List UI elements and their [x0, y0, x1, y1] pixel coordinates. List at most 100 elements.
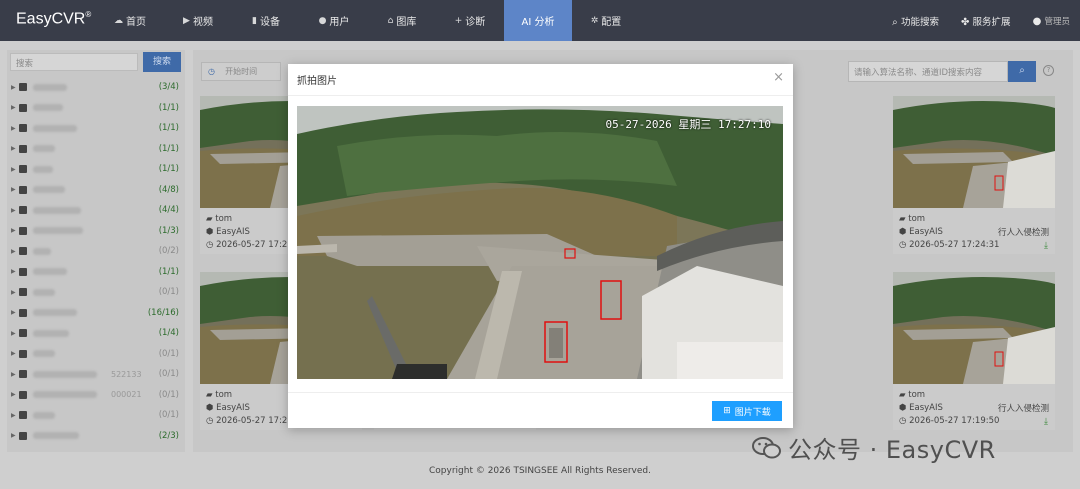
tree-search-button[interactable]: 搜索 [143, 52, 181, 72]
tree-node[interactable]: ▶ (0/1) [11, 282, 183, 303]
func-search-link[interactable]: ⌕ 功能搜索 [892, 14, 939, 28]
service-ext-link[interactable]: ✤ 服务扩展 [961, 14, 1011, 28]
tree-node[interactable]: ▶ (2/3) [11, 426, 183, 447]
tree-node[interactable]: ▶ 522133 (0/1) [11, 364, 183, 385]
caret-right-icon[interactable]: ▶ [11, 371, 19, 378]
tree-node[interactable]: ▶ (1/1) [11, 139, 183, 160]
download-image-button[interactable]: ⊞ 图片下载 [712, 401, 782, 421]
modal-divider [288, 95, 793, 96]
card-meta: ▰ tom ⬢ EasyAIS ◷ 2026-05-27 17:19:50 [899, 390, 1000, 426]
nav-item-gallery[interactable]: ⌂ 图库 [368, 0, 436, 41]
clock-icon: ◷ [206, 416, 214, 426]
cube-icon: ⬢ [899, 403, 907, 413]
footer-copyright: Copyright © 2026 TSINGSEE All Rights Res… [429, 466, 651, 476]
algorithm-search-input[interactable]: 请输入算法名称、通道ID搜索内容 [848, 61, 1008, 82]
nav-item-home[interactable]: ☁ 首页 [96, 0, 164, 41]
caret-right-icon[interactable]: ▶ [11, 207, 19, 214]
download-icon[interactable]: ⤓ [1044, 417, 1048, 427]
tree-node-label-redacted [33, 432, 79, 440]
server-icon [19, 206, 27, 215]
tree-node-label-redacted [33, 124, 77, 132]
tree-node-id: 522133 [111, 369, 142, 379]
tree-node[interactable]: ▶ (1/1) [11, 262, 183, 283]
help-icon[interactable]: ? [1043, 65, 1054, 76]
clock-icon: ◷ [899, 240, 907, 250]
caret-right-icon[interactable]: ▶ [11, 412, 19, 419]
clock-icon: ◷ [206, 240, 214, 250]
snapshot-card[interactable]: ▰ tom ⬢ EasyAIS ◷ 2026-05-27 17:24:31 行人入侵检… [893, 96, 1055, 254]
caret-right-icon[interactable]: ▶ [11, 309, 19, 316]
nav-item-user[interactable]: ● 用户 [300, 0, 368, 41]
algorithm-search-button[interactable]: ⌕ [1008, 61, 1036, 82]
tree-node[interactable]: ▶ (1/1) [11, 118, 183, 139]
caret-right-icon[interactable]: ▶ [11, 289, 19, 296]
user-icon: ● [318, 15, 327, 26]
nav-menu: ☁ 首页 ▶ 视频 ▮ 设备 ● 用户 ⌂ 图库 + 诊断 AI 分析 ✲ 配置 [96, 0, 640, 41]
caret-right-icon[interactable]: ▶ [11, 330, 19, 337]
tree-node[interactable]: ▶ (1/1) [11, 98, 183, 119]
caret-right-icon[interactable]: ▶ [11, 350, 19, 357]
snapshot-thumbnail[interactable] [893, 96, 1055, 208]
server-icon [19, 165, 27, 174]
caret-right-icon[interactable]: ▶ [11, 248, 19, 255]
card-meta: ▰ tom ⬢ EasyAIS ◷ 2026-05-27 17:2 [206, 214, 288, 250]
download-icon: ⊞ [723, 406, 731, 416]
caret-right-icon[interactable]: ▶ [11, 268, 19, 275]
tree-node[interactable]: ▶ 000021 (0/1) [11, 385, 183, 406]
bars-icon: ▮ [252, 15, 257, 26]
nav-item-video[interactable]: ▶ 视频 [164, 0, 232, 41]
start-time-picker[interactable]: ◷ 开始时间 [201, 62, 281, 81]
puzzle-icon: ✤ [960, 16, 970, 28]
tree-node[interactable]: ▶ (0/1) [11, 405, 183, 426]
video-icon: ▰ [899, 214, 906, 224]
caret-right-icon[interactable]: ▶ [11, 432, 19, 439]
camera-timestamp: 05-27-2026 星期三 17:27:10 [605, 118, 771, 131]
tree-node-label-redacted [33, 370, 97, 378]
wechat-icon [752, 436, 782, 460]
tree-node[interactable]: ▶ (4/8) [11, 180, 183, 201]
tree-node-label-redacted [33, 391, 97, 399]
caret-right-icon[interactable]: ▶ [11, 145, 19, 152]
cube-icon: ⬢ [899, 227, 907, 237]
tree-node[interactable]: ▶ (1/3) [11, 221, 183, 242]
server-icon [19, 267, 27, 276]
caret-right-icon[interactable]: ▶ [11, 84, 19, 91]
tree-node[interactable]: ▶ (16/16) [11, 303, 183, 324]
server-icon [19, 288, 27, 297]
device-tree: ▶ (3/4) ▶ (1/1) ▶ (1/1) ▶ (1/1) ▶ (1/1) ▶ (4/8) ▶ (4/… [11, 77, 183, 446]
tree-node[interactable]: ▶ (1/1) [11, 159, 183, 180]
detection-type: 行人入侵检测 [997, 228, 1049, 238]
server-icon [19, 329, 27, 338]
tree-node[interactable]: ▶ (4/4) [11, 200, 183, 221]
snapshot-card[interactable]: ▰ tom ⬢ EasyAIS ◷ 2026-05-27 17:19:50 行人入侵检… [893, 272, 1055, 430]
close-icon[interactable]: × [773, 70, 784, 85]
online-count: (4/4) [158, 205, 179, 216]
caret-right-icon[interactable]: ▶ [11, 227, 19, 234]
online-count: (0/1) [158, 389, 179, 400]
nav-item-device[interactable]: ▮ 设备 [232, 0, 300, 41]
online-count: (1/1) [158, 164, 179, 175]
snapshot-thumbnail[interactable] [893, 272, 1055, 384]
tree-node-id: 000021 [111, 390, 142, 400]
tree-search-input[interactable]: 搜索 [10, 53, 138, 71]
caret-right-icon[interactable]: ▶ [11, 104, 19, 111]
brand-logo[interactable]: EasyCVR® [16, 10, 91, 28]
tree-node[interactable]: ▶ (0/1) [11, 344, 183, 365]
admin-menu[interactable]: ● 管理员 [1033, 15, 1070, 27]
nav-item-config[interactable]: ✲ 配置 [572, 0, 640, 41]
search-icon: ⌕ [892, 16, 898, 28]
server-icon [19, 390, 27, 399]
nav-item-ai-analysis[interactable]: AI 分析 [504, 0, 572, 41]
server-icon [19, 370, 27, 379]
server-icon [19, 226, 27, 235]
tree-node-label-redacted [33, 309, 77, 317]
caret-right-icon[interactable]: ▶ [11, 391, 19, 398]
caret-right-icon[interactable]: ▶ [11, 125, 19, 132]
nav-item-diagnose[interactable]: + 诊断 [436, 0, 504, 41]
tree-node[interactable]: ▶ (1/4) [11, 323, 183, 344]
caret-right-icon[interactable]: ▶ [11, 166, 19, 173]
tree-node[interactable]: ▶ (3/4) [11, 77, 183, 98]
tree-node[interactable]: ▶ (0/2) [11, 241, 183, 262]
caret-right-icon[interactable]: ▶ [11, 186, 19, 193]
download-icon[interactable]: ⤓ [1044, 241, 1048, 251]
